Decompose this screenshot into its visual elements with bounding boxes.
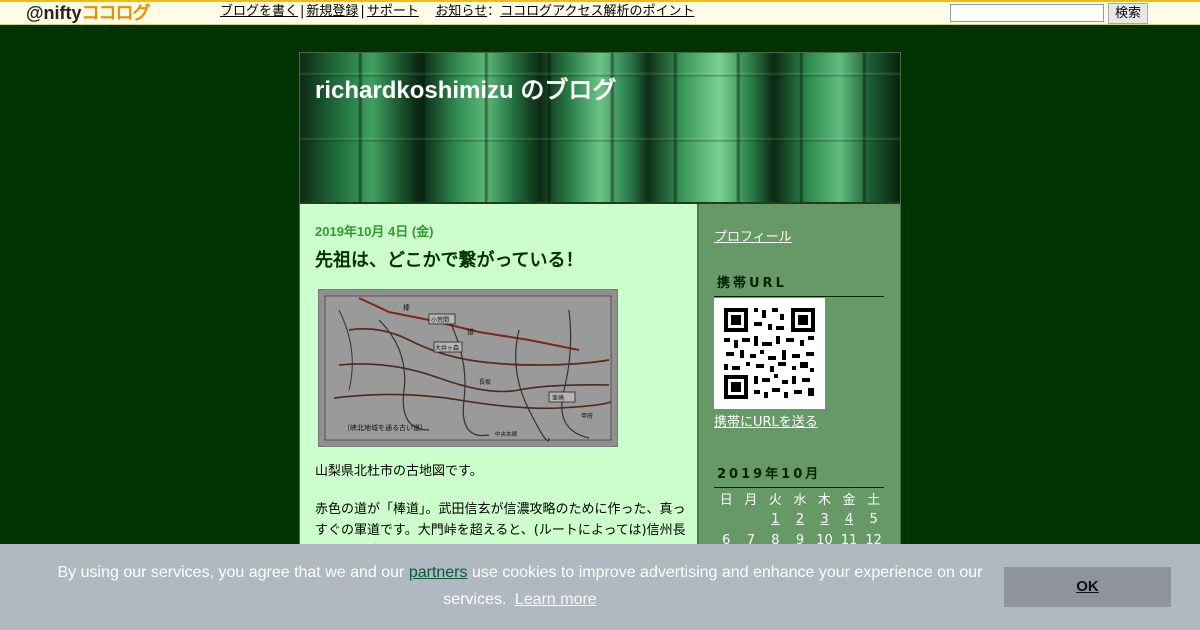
cookie-ok-button[interactable]: OK [1004, 567, 1171, 607]
logo-nifty-text: @nifty [26, 3, 82, 23]
top-nav-links: ブログを書く | 新規登録 | サポート お知らせ：ココログアクセス解析のポイント [220, 3, 694, 20]
old-map-drawing: 棒 道 小荒間 大井ヶ森 韮崎 甲府 長坂 中央本線 〔峡北地域を通る古い道〕 [324, 295, 612, 442]
search-button[interactable]: 検索 [1108, 3, 1148, 24]
map-label-nagasaka: 長坂 [479, 378, 491, 386]
day-link[interactable]: 1 [771, 512, 779, 527]
map-label-koarama: 小荒間 [431, 316, 449, 324]
post-paragraph: 山梨県北杜市の古地図です。 [315, 464, 483, 479]
cookie-message: By using our services, you agree that we… [40, 559, 1000, 613]
learn-more-link[interactable]: Learn more [515, 591, 597, 608]
cookie-text-before: By using our services, you agree that we… [57, 564, 405, 581]
qr-code-graphic [724, 308, 815, 399]
blog-title[interactable]: richardkoshimizu のブログ [315, 70, 616, 105]
calendar-weekday-row: 日 月 火 水 木 金 土 [714, 488, 886, 509]
nifty-cocolog-logo[interactable]: @niftyココログ [26, 3, 151, 24]
weekday-thu: 木 [818, 493, 832, 508]
partners-link[interactable]: partners [409, 564, 468, 581]
weekday-sat: 土 [867, 493, 881, 508]
access-analysis-link[interactable]: ココログアクセス解析のポイント [500, 4, 694, 19]
weekday-mon: 月 [744, 493, 758, 508]
logo-cocolog-text: ココログ [81, 3, 151, 23]
cookie-consent-banner: By using our services, you agree that we… [0, 544, 1200, 630]
calendar-day-link[interactable]: 1 [763, 509, 788, 530]
support-link[interactable]: サポート [367, 4, 419, 19]
map-caption: 〔峡北地域を通る古い道〕 [343, 423, 427, 432]
mobile-url-heading: 携帯URL [714, 272, 884, 297]
day-link[interactable]: 2 [796, 512, 804, 527]
post-title[interactable]: 先祖は、どこかで繋がっている！ [315, 246, 584, 272]
calendar: 日 月 火 水 木 金 土 1 2 3 4 5 6 7 8 9 10 11 12 [714, 488, 886, 551]
map-label-road: 道 [467, 327, 474, 336]
map-label-kofu: 甲府 [581, 412, 593, 420]
notice-link[interactable]: お知らせ [435, 4, 487, 19]
register-link[interactable]: 新規登録 [306, 4, 358, 19]
write-blog-link[interactable]: ブログを書く [220, 4, 298, 19]
map-label-nirasaki: 韮崎 [552, 394, 564, 402]
profile-link[interactable]: プロフィール [714, 226, 792, 245]
map-label-chuo-line: 中央本線 [495, 430, 518, 438]
calendar-day: 5 [869, 512, 878, 527]
day-link[interactable]: 4 [845, 512, 853, 527]
calendar-day-empty [714, 509, 739, 530]
weekday-wed: 水 [793, 493, 807, 508]
search-input[interactable] [950, 4, 1104, 22]
day-link[interactable]: 3 [820, 512, 828, 527]
qr-code [714, 298, 825, 409]
map-label-oigamori: 大井ヶ森 [435, 344, 459, 352]
calendar-heading: 2019年10月 [714, 463, 884, 488]
post-date: 2019年10月 4日 (金) [315, 224, 434, 239]
weekday-sun: 日 [719, 493, 733, 508]
nav-separator: | [300, 4, 305, 19]
calendar-day-link[interactable]: 4 [837, 509, 862, 530]
send-url-to-mobile-link[interactable]: 携帯にURLを送る [714, 411, 818, 430]
calendar-day-link[interactable]: 3 [812, 509, 837, 530]
map-label-bo: 棒 [403, 303, 410, 312]
top-navigation-bar: @niftyココログ ブログを書く | 新規登録 | サポート お知らせ：ココログアクセ… [0, 0, 1200, 25]
notice-separator: ： [487, 4, 501, 19]
nav-separator: | [360, 4, 365, 19]
weekday-fri: 金 [842, 493, 856, 508]
calendar-day-link[interactable]: 2 [788, 509, 813, 530]
calendar-week-row: 1 2 3 4 5 [714, 509, 886, 530]
old-map-image[interactable]: 棒 道 小荒間 大井ヶ森 韮崎 甲府 長坂 中央本線 〔峡北地域を通る古い道〕 [318, 289, 618, 447]
bamboo-header-banner: richardkoshimizu のブログ [300, 53, 900, 204]
weekday-tue: 火 [768, 493, 782, 508]
calendar-day-empty [739, 509, 764, 530]
